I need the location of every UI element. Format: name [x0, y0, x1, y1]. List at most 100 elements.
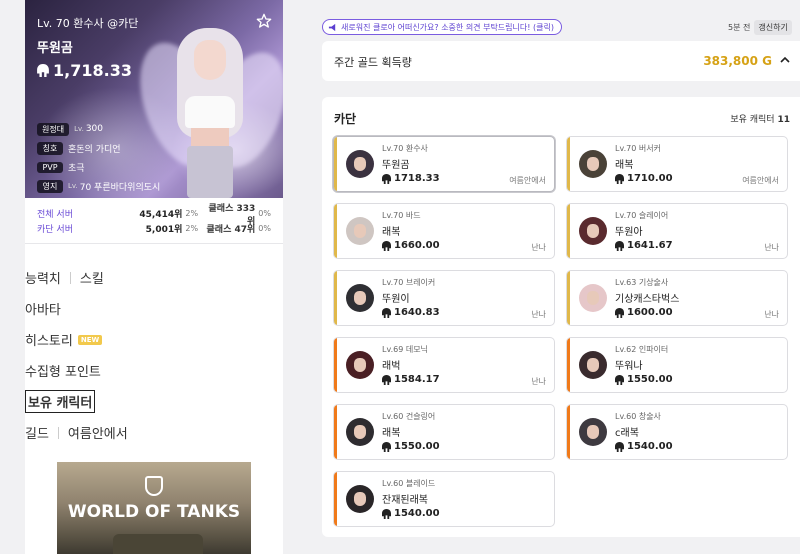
character-item-level: 1640.83 [382, 307, 440, 318]
character-avatar [346, 150, 374, 178]
ranking-panel: 전체 서버 45,414위 2% 클래스 333위 0% 카단 서버 5,001… [25, 198, 283, 244]
helmet-icon [382, 374, 391, 385]
tank-image [113, 534, 203, 554]
profile-tag-row: 영지 Lv. 70 푸른바다위의도시 [37, 177, 160, 195]
character-item-level: 1600.00 [615, 307, 673, 318]
character-card[interactable]: Lv.63 기상술사 기상캐스타벅스 1600.00 난나 [566, 270, 788, 326]
weekly-gold-value: 383,800 G [703, 54, 772, 68]
menu-item-label: 히스토리 [25, 334, 73, 349]
rank-label[interactable]: 전체 서버 [37, 207, 124, 220]
character-item-level: 1550.00 [382, 441, 440, 452]
item-level-value: 1640.83 [394, 307, 440, 318]
character-card[interactable]: Lv.60 창술사 c래복 1540.00 [566, 404, 788, 460]
character-level-class: Lv.70 환수사 [382, 144, 428, 153]
character-avatar [579, 150, 607, 178]
menu-item-stats[interactable]: 능력치 [25, 268, 61, 287]
character-card[interactable]: Lv.70 환수사 뚜원곰 1718.33 여름안에서 [333, 136, 555, 192]
favorite-star-icon[interactable] [256, 13, 272, 29]
class-color-bar [567, 338, 570, 392]
tag-value: 초극 [68, 163, 85, 174]
character-card[interactable]: Lv.70 슬레이어 뚜원아 1641.67 난나 [566, 203, 788, 259]
update-status: 5분 전 갱신하기 [728, 20, 792, 35]
refresh-button[interactable]: 갱신하기 [754, 20, 792, 35]
class-color-bar [567, 204, 570, 258]
owned-characters-count: 보유 캐릭터 11 [730, 112, 790, 125]
character-avatar [346, 351, 374, 379]
rank-percent: 2% [185, 209, 199, 218]
profile-level-class-server: Lv. 70 환수사 @카단 [37, 17, 139, 30]
helmet-icon [382, 508, 391, 519]
character-name: 래복 [382, 428, 401, 439]
advertisement-banner[interactable]: WORLD OF TANKS [57, 462, 251, 554]
character-name: 래복 [615, 160, 634, 171]
character-card[interactable]: Lv.62 인파이터 뚜워나 1550.00 [566, 337, 788, 393]
tank-logo-icon [145, 476, 163, 496]
helmet-icon [615, 240, 624, 251]
character-guild-location: 난나 [531, 243, 546, 252]
tag-label: 칭호 [37, 141, 63, 155]
character-card[interactable]: Lv.70 브레이커 뚜원이 1640.83 난나 [333, 270, 555, 326]
menu-item-collection[interactable]: 수집형 포인트 [25, 355, 245, 386]
character-item-level: 1540.00 [382, 508, 440, 519]
character-level-class: Lv.60 건슬링어 [382, 412, 436, 421]
weekly-gold-panel[interactable]: 주간 골드 획득량 383,800 G [322, 41, 800, 81]
character-guild-location: 여름안에서 [509, 176, 546, 185]
character-name: 래벅 [382, 361, 401, 372]
profile-tag-row: 원정대 Lv. 300 [37, 120, 160, 138]
helmet-icon [382, 441, 391, 452]
class-color-bar [567, 405, 570, 459]
rank-percent: 2% [185, 224, 199, 233]
item-level-value: 1,718.33 [53, 61, 132, 80]
character-item-level: 1584.17 [382, 374, 440, 385]
rank-row-all-servers: 전체 서버 45,414위 2% 클래스 333위 0% [37, 204, 271, 227]
menu-item-guild: 길드 여름안에서 [25, 417, 245, 448]
owned-characters-panel: 카단 보유 캐릭터 11 Lv.70 환수사 뚜원곰 1718.33 여름안에서 Lv.… [322, 97, 800, 537]
menu-item-skills[interactable]: 스킬 [80, 268, 104, 287]
menu-item-guild-label[interactable]: 길드 [25, 423, 49, 442]
helmet-icon [615, 173, 624, 184]
chevron-up-icon[interactable] [780, 56, 790, 64]
new-badge: NEW [77, 334, 103, 345]
class-color-bar [334, 405, 337, 459]
class-color-bar [334, 204, 337, 258]
character-name: 뚜원아 [615, 227, 643, 238]
character-guild-location: 여름안에서 [742, 176, 779, 185]
class-color-bar [567, 271, 570, 325]
menu-item-owned-characters[interactable]: 보유 캐릭터 [25, 386, 245, 417]
profile-tag-row: PVP 초극 [37, 158, 160, 176]
character-card[interactable]: Lv.70 버서커 래복 1710.00 여름안에서 [566, 136, 788, 192]
class-color-bar [334, 271, 337, 325]
owned-label: 보유 캐릭터 [730, 115, 775, 125]
class-rank-percent: 0% [258, 209, 271, 218]
menu-item-guild-name[interactable]: 여름안에서 [68, 423, 128, 442]
menu-item-label: 수집형 포인트 [25, 365, 101, 380]
character-name: c래복 [615, 428, 639, 439]
weekly-gold-title: 주간 골드 획득량 [334, 56, 412, 69]
menu-divider [57, 426, 59, 439]
menu-item-history[interactable]: 히스토리 NEW [25, 324, 245, 355]
tag-small: Lv. [74, 125, 84, 133]
rank-value: 5,001위 [145, 225, 183, 235]
notice-text: 새로워진 클로아 어떠신가요? 소중한 의견 부탁드립니다! (클릭) [341, 22, 554, 32]
profile-character-name: 뚜원곰 [37, 41, 73, 56]
character-card[interactable]: Lv.60 건슬링어래복 1550.00 [333, 404, 555, 460]
character-card[interactable]: Lv.60 블레이드 잔재된래복 1540.00 [333, 471, 555, 527]
rank-label[interactable]: 카단 서버 [37, 222, 124, 235]
character-profile-card: Lv. 70 환수사 @카단 뚜원곰 1,718.33 원정대 Lv. 300 … [25, 0, 283, 198]
character-avatar [346, 217, 374, 245]
tag-label: PVP [37, 161, 63, 173]
character-level-class: Lv.62 인파이터 [615, 345, 669, 354]
feedback-notice-pill[interactable]: 새로워진 클로아 어떠신가요? 소중한 의견 부탁드립니다! (클릭) [322, 19, 562, 35]
class-color-bar [567, 137, 570, 191]
character-name: 뚜워나 [615, 361, 643, 372]
menu-item-avatar[interactable]: 아바타 [25, 293, 245, 324]
menu-item-label: 보유 캐릭터 [25, 390, 96, 413]
character-item-level: 1660.00 [382, 240, 440, 251]
character-card[interactable]: Lv.69 데모닉 래벅 1584.17 난나 [333, 337, 555, 393]
ad-logo-text: WORLD OF TANKS [67, 502, 241, 522]
menu-item-stats-skills: 능력치 스킬 [25, 262, 245, 293]
character-avatar [579, 351, 607, 379]
megaphone-icon [328, 23, 336, 31]
character-card[interactable]: Lv.70 바드 래복 1660.00 난나 [333, 203, 555, 259]
tag-value: 혼돈의 가디언 [68, 144, 121, 155]
